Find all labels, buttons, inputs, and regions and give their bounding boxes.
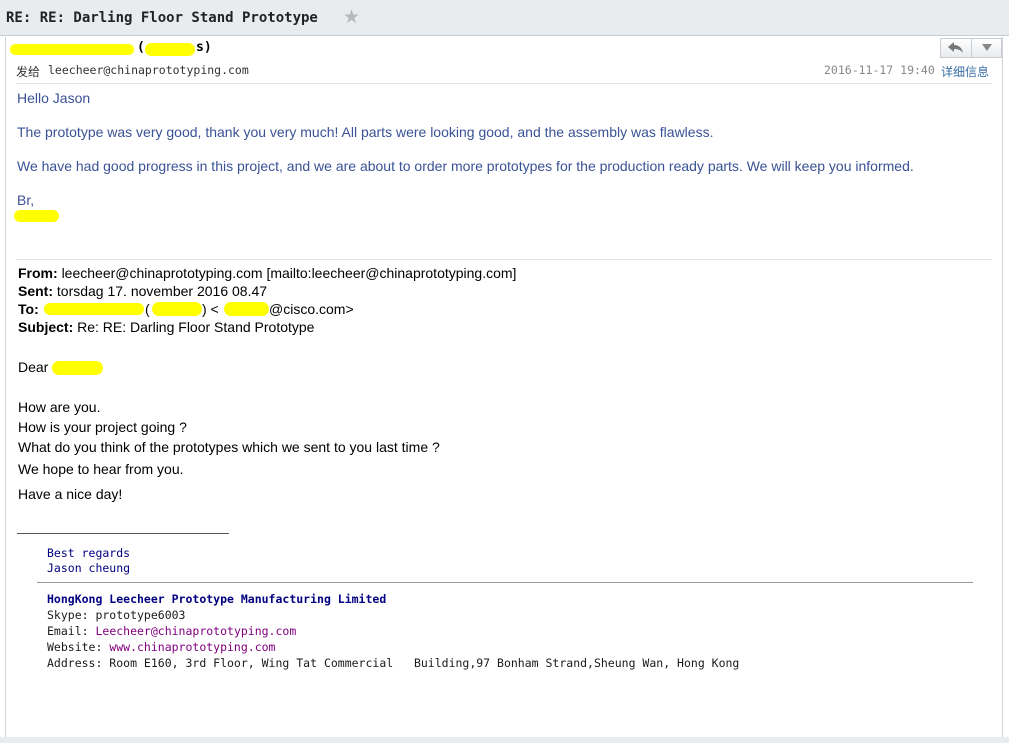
quoted-to-label: To: (18, 301, 39, 317)
title-bar: RE: RE: Darling Floor Stand Prototype ★ (0, 0, 1009, 36)
quoted-subject-value: Re: RE: Darling Floor Stand Prototype (77, 319, 315, 335)
quoted-from: From: leecheer@chinaprototyping.com [mai… (18, 265, 516, 281)
header-separator (16, 83, 992, 84)
sig-address: Address: Room E160, 3rd Floor, Wing Tat … (47, 656, 740, 670)
sig-website: Website: www.chinaprototyping.com (47, 640, 275, 654)
reply-button-group (940, 38, 1002, 58)
sender-address[interactable]: leecheer@chinaprototyping.com (48, 63, 249, 77)
star-icon[interactable]: ★ (343, 6, 360, 29)
redacted-signer-name (14, 210, 59, 222)
quoted-to-mid: ) < (202, 301, 219, 317)
chevron-down-icon (982, 44, 992, 51)
sig-website-link[interactable]: www.chinaprototyping.com (109, 640, 275, 654)
quoted-sent: Sent: torsdag 17. november 2016 08.47 (18, 283, 267, 299)
sig-regards: Best regards (47, 546, 131, 560)
message-date: 2016-11-17 19:40 (824, 63, 935, 77)
sig-email-link[interactable]: Leecheer@chinaprototyping.com (95, 624, 296, 638)
redacted-sender-name (10, 44, 134, 55)
closing: Br, (17, 192, 35, 208)
quote-separator (16, 259, 992, 260)
sig-website-label: Website: (47, 640, 110, 654)
quoted-to-value: @cisco.com> (269, 301, 354, 317)
quoted-line-1: How are you. (18, 399, 101, 415)
sig-email: Email: Leecheer@chinaprototyping.com (47, 624, 296, 638)
window-bottom-border (0, 737, 1009, 743)
sig-skype: Skype: prototype6003 (47, 608, 186, 622)
quoted-sent-label: Sent: (18, 283, 53, 299)
redacted-dear-name (52, 361, 103, 375)
quoted-dear: Dear (18, 359, 49, 375)
sig-email-label: Email: (47, 624, 96, 638)
paragraph-2: We have had good progress in this projec… (17, 158, 914, 174)
quoted-line-3: What do you think of the prototypes whic… (18, 439, 440, 455)
redacted-recipient-alias (152, 302, 202, 316)
sig-name: Jason cheung (47, 561, 131, 575)
greeting: Hello Jason (17, 90, 91, 106)
quoted-sent-value: torsdag 17. november 2016 08.47 (56, 283, 268, 299)
quoted-from-label: From: (18, 265, 58, 281)
paragraph-1: The prototype was very good, thank you v… (17, 124, 714, 140)
sender-suffix: ( (137, 40, 145, 55)
quoted-line-4: We hope to hear from you. (18, 461, 184, 477)
details-link[interactable]: 详细信息 (941, 63, 989, 80)
reply-button[interactable] (941, 39, 972, 57)
redacted-recipient-name (44, 303, 144, 315)
signature-divider (17, 533, 229, 534)
quoted-subject-label: Subject: (18, 319, 74, 335)
redacted-sender-alias (145, 43, 195, 56)
quoted-to-open: ( (145, 301, 150, 317)
signature-rule (37, 582, 973, 583)
quoted-subject: Subject: Re: RE: Darling Floor Stand Pro… (18, 319, 314, 335)
email-subject-title: RE: RE: Darling Floor Stand Prototype (6, 10, 318, 26)
quoted-from-value: leecheer@chinaprototyping.com [mailto:le… (61, 265, 517, 281)
quoted-line-2: How is your project going ? (18, 419, 187, 435)
quoted-line-5: Have a nice day! (18, 486, 123, 502)
reply-arrow-icon (948, 42, 963, 53)
sender-suffix-end: s) (196, 40, 212, 55)
sig-company: HongKong Leecheer Prototype Manufacturin… (47, 592, 387, 606)
more-options-button[interactable] (972, 39, 1002, 57)
sent-to-label: 发给 (16, 65, 41, 79)
redacted-recipient-email (224, 302, 269, 316)
quoted-to: To: (18, 301, 39, 317)
